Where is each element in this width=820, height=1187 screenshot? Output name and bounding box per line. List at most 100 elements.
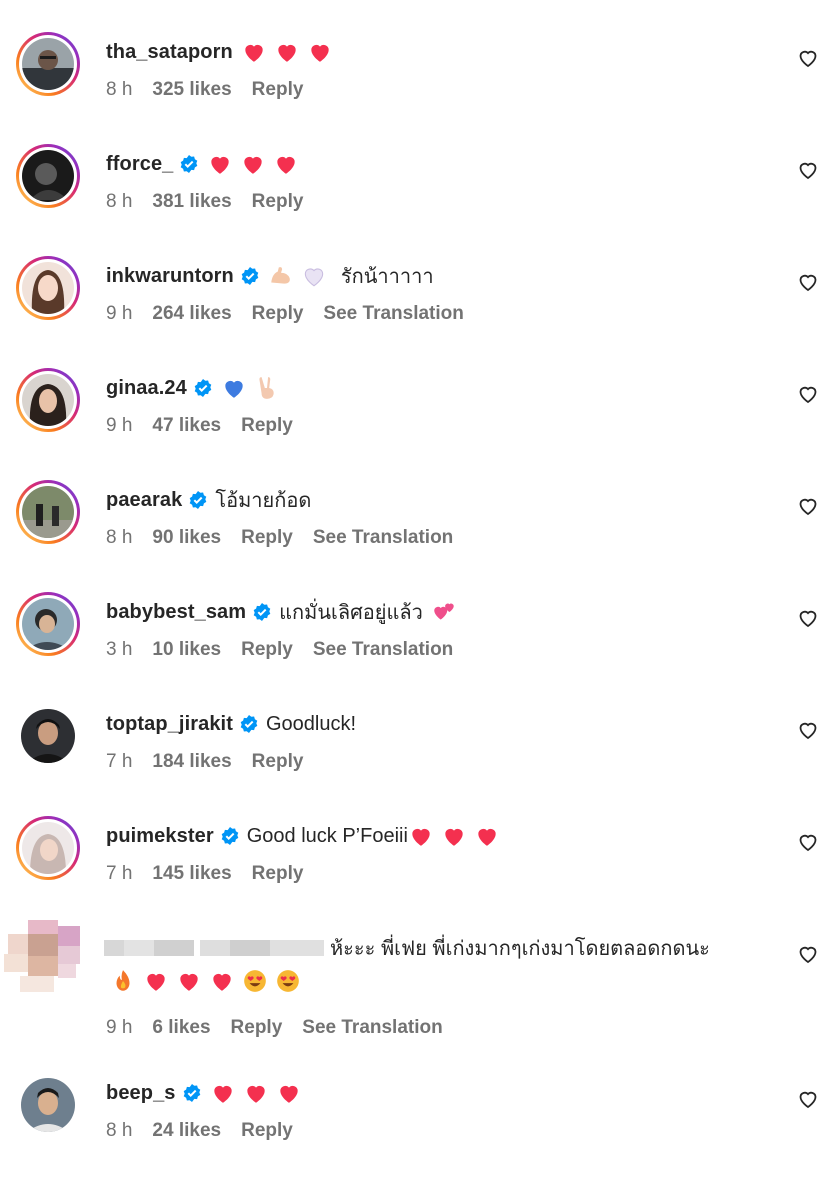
emoji-group	[207, 151, 306, 177]
see-translation-link[interactable]: See Translation	[313, 527, 453, 549]
reply-button[interactable]: Reply	[252, 79, 304, 101]
comment-time: 8 h	[106, 79, 133, 100]
reply-button[interactable]: Reply	[252, 191, 304, 213]
story-ring[interactable]	[16, 592, 80, 656]
blurred-username[interactable]	[104, 938, 324, 958]
heart-outline-icon[interactable]	[796, 1087, 820, 1111]
username[interactable]: fforce_	[106, 153, 173, 176]
avatar[interactable]	[22, 598, 74, 650]
reply-button[interactable]: Reply	[241, 415, 293, 437]
avatar[interactable]	[22, 486, 74, 538]
heart-eyes-face-emoji	[275, 968, 301, 994]
heart-outline-icon[interactable]	[796, 382, 820, 406]
username[interactable]: ginaa.24	[106, 377, 187, 400]
red-heart-emoji	[243, 1080, 269, 1106]
likes-count[interactable]: 381 likes	[152, 191, 231, 213]
heart-outline-icon[interactable]	[796, 270, 820, 294]
comment-item: paearak โอ้มายก้อด 8 h 90 likes Reply Se…	[0, 480, 820, 594]
comment-time: 8 h	[106, 191, 133, 212]
red-heart-emoji	[274, 39, 300, 65]
story-ring[interactable]	[16, 816, 80, 880]
heart-outline-icon[interactable]	[796, 494, 820, 518]
white-heart-emoji	[301, 263, 327, 289]
comment-text: โอ้มายก้อด	[215, 490, 312, 512]
emoji-group	[110, 968, 308, 994]
see-translation-link[interactable]: See Translation	[302, 1017, 442, 1039]
verified-badge-icon	[240, 266, 260, 286]
blurred-avatar[interactable]	[0, 920, 86, 996]
likes-count[interactable]: 90 likes	[152, 527, 221, 549]
heart-outline-icon[interactable]	[796, 942, 820, 966]
emoji-group	[408, 823, 507, 849]
username[interactable]: puimekster	[106, 825, 214, 848]
story-ring[interactable]	[16, 256, 80, 320]
comment-item: puimekster Good luck P’Foeiii 7 h 145 li…	[0, 816, 820, 930]
comment-item: babybest_sam แกมั่นเลิศอยู่แล้ว 3 h 10 l…	[0, 592, 820, 706]
reply-button[interactable]: Reply	[231, 1017, 283, 1039]
heart-outline-icon[interactable]	[796, 158, 820, 182]
comment-time: 8 h	[106, 527, 133, 548]
avatar[interactable]	[21, 1078, 75, 1132]
reply-button[interactable]: Reply	[252, 751, 304, 773]
reply-button[interactable]: Reply	[252, 303, 304, 325]
red-heart-emoji	[176, 968, 202, 994]
avatar[interactable]	[22, 262, 74, 314]
verified-badge-icon	[220, 826, 240, 846]
comment-item: ginaa.24 9 h 47 likes Reply	[0, 368, 820, 482]
two-hearts-emoji	[431, 599, 457, 625]
likes-count[interactable]: 264 likes	[152, 303, 231, 325]
avatar[interactable]	[22, 38, 74, 90]
red-heart-emoji	[210, 1080, 236, 1106]
story-ring[interactable]	[16, 32, 80, 96]
profile-picture[interactable]	[16, 1073, 80, 1137]
comment-text: Goodluck!	[265, 712, 357, 735]
username[interactable]: inkwaruntorn	[106, 265, 234, 288]
likes-count[interactable]: 145 likes	[152, 863, 231, 885]
avatar[interactable]	[22, 150, 74, 202]
comment-item: fforce_ 8 h 381 likes Reply	[0, 144, 820, 258]
story-ring[interactable]	[16, 144, 80, 208]
likes-count[interactable]: 10 likes	[152, 639, 221, 661]
avatar[interactable]	[22, 374, 74, 426]
username[interactable]: babybest_sam	[106, 601, 246, 624]
red-heart-emoji	[408, 823, 434, 849]
heart-outline-icon[interactable]	[796, 718, 820, 742]
comment-text: แกมั่นเลิศอยู่แล้ว	[279, 602, 423, 624]
username[interactable]: beep_s	[106, 1082, 176, 1105]
comments-list: tha_sataporn 8 h 325 likes Reply fforce_	[0, 0, 820, 1141]
reply-button[interactable]: Reply	[252, 863, 304, 885]
comment-time: 3 h	[106, 639, 133, 660]
heart-outline-icon[interactable]	[796, 46, 820, 70]
likes-count[interactable]: 47 likes	[152, 415, 221, 437]
victory-hand-emoji	[254, 375, 280, 401]
blue-heart-emoji	[221, 375, 247, 401]
likes-count[interactable]: 6 likes	[152, 1017, 210, 1039]
avatar[interactable]	[22, 822, 74, 874]
emoji-group	[241, 39, 340, 65]
story-ring[interactable]	[16, 368, 80, 432]
comment-item: inkwaruntorn รักน้าาาาา 9 h 264 likes Re…	[0, 256, 820, 370]
see-translation-link[interactable]: See Translation	[313, 639, 453, 661]
avatar[interactable]	[21, 709, 75, 763]
red-heart-emoji	[441, 823, 467, 849]
profile-picture[interactable]	[16, 704, 80, 768]
red-heart-emoji	[474, 823, 500, 849]
username[interactable]: toptap_jirakit	[106, 713, 233, 736]
red-heart-emoji	[273, 151, 299, 177]
emoji-group	[431, 599, 464, 625]
heart-outline-icon[interactable]	[796, 606, 820, 630]
see-translation-link[interactable]: See Translation	[323, 303, 463, 325]
story-ring[interactable]	[16, 480, 80, 544]
username[interactable]: tha_sataporn	[106, 41, 233, 64]
reply-button[interactable]: Reply	[241, 527, 293, 549]
heart-outline-icon[interactable]	[796, 830, 820, 854]
username[interactable]: paearak	[106, 489, 182, 512]
red-heart-emoji	[307, 39, 333, 65]
red-heart-emoji	[276, 1080, 302, 1106]
likes-count[interactable]: 325 likes	[152, 79, 231, 101]
comment-time: 9 h	[106, 303, 133, 324]
reply-button[interactable]: Reply	[241, 639, 293, 661]
comment-item: toptap_jirakit Goodluck! 7 h 184 likes R…	[0, 706, 820, 818]
likes-count[interactable]: 184 likes	[152, 751, 231, 773]
flexed-biceps-emoji	[268, 263, 294, 289]
